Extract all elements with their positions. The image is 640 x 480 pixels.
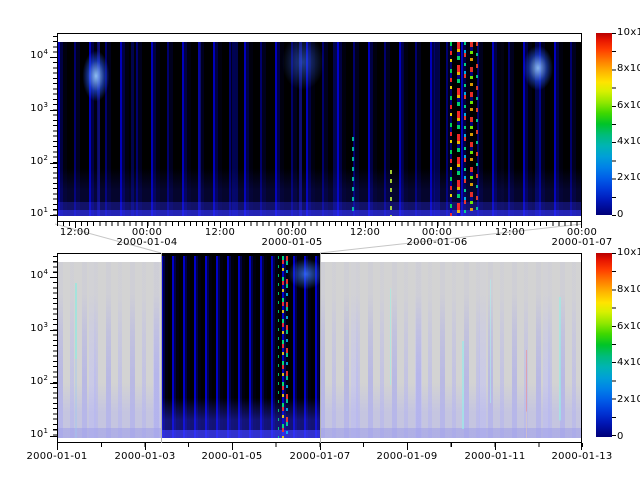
dim-streak [559,262,561,438]
burst-streak [282,256,284,438]
x-axis-tick-label: 00:002000-01-05 [256,228,328,248]
colorbar-tick-label: 8x107 [617,64,640,74]
dim-streak [462,262,464,438]
x-axis-tick-label: 12:00 [474,228,546,238]
minor-streak [352,137,354,216]
y-axis-tick [50,383,57,384]
y-axis-tick-label: 102 [25,157,48,167]
x-axis-tick [320,443,321,450]
y-axis-tick [50,277,57,278]
burst-streak [476,42,478,216]
colorbar-gradient [596,253,612,437]
x-axis-tick [495,443,496,450]
selection-edge-line[interactable] [161,253,162,443]
y-axis-tick [50,436,57,437]
x-axis-tick [581,443,582,450]
minor-streak [390,170,392,216]
burst-streak [470,42,473,216]
x-axis-tick [145,443,146,450]
detail-spectrogram-canvas[interactable] [58,42,581,216]
x-axis-tick-label: 00:002000-01-04 [111,228,183,248]
colorbar-tick-label: 6x107 [617,322,640,332]
overview-dimmed-left[interactable] [58,262,161,438]
x-axis-tick-label: 00:002000-01-06 [401,228,473,248]
y-axis-tick-label: 101 [25,209,48,219]
y-axis-tick [50,163,57,164]
y-axis-tick-label: 101 [25,430,48,440]
y-axis-tick-label: 104 [25,271,48,281]
x-axis-tick-label: 2000-01-09 [374,452,440,462]
burst-streak [450,42,452,216]
y-axis-tick [50,215,57,216]
x-axis-tick-label: 2000-01-01 [24,452,90,462]
x-axis-minor-ticks [57,222,582,226]
y-axis-tick-label: 104 [25,51,48,61]
y-axis-minor-ticks [53,256,57,439]
x-axis-tick-label: 12:00 [184,228,256,238]
y-axis-minor-ticks [53,36,57,219]
colorbar-tick-label: 4x107 [617,137,640,147]
colorbar-tick-label: 4x107 [617,358,640,368]
x-axis-tick-label: 00:002000-01-07 [546,228,618,248]
colorbar-tick-label: 0 [617,210,640,220]
x-axis-tick-label: 12:00 [39,228,111,238]
y-axis-tick [50,57,57,58]
y-axis-tick [50,330,57,331]
x-axis-tick [407,443,408,450]
x-axis-tick-label: 2000-01-05 [199,452,265,462]
detail-panel [57,33,582,222]
x-axis-tick-label: 2000-01-11 [462,452,528,462]
burst-streak [286,256,288,438]
burst-streak [457,42,460,216]
x-axis-tick-label: 2000-01-07 [287,452,353,462]
colorbar-tick-label: 6x107 [617,101,640,111]
dim-streak [526,262,527,438]
colorbar-tick-label: 2x107 [617,173,640,183]
y-axis-tick-label: 102 [25,377,48,387]
zoom-selection-box[interactable] [161,254,320,438]
colorbar-ticks [612,253,616,438]
dim-streak [490,262,491,438]
burst-streak [278,256,279,438]
plot-figure: 104 103 102 101 12:00 00:002000-01-04 12… [0,0,640,480]
colorbar-tick-label: 8x107 [617,285,640,295]
colorbar-tick-label: 10x107 [617,248,640,258]
x-axis-tick-label: 12:00 [329,228,401,238]
x-axis-tick-label: 2000-01-03 [112,452,178,462]
selection-edge-line[interactable] [320,253,321,443]
colorbar-tick-label: 0 [617,432,640,442]
x-axis-tick [57,443,58,450]
y-axis-tick [50,110,57,111]
dim-streak [390,262,391,438]
y-axis-tick-label: 103 [25,104,48,114]
y-axis-tick-label: 103 [25,324,48,334]
overview-spectrogram-canvas [161,256,320,438]
colorbar-tick-label: 10x107 [617,28,640,38]
dim-streak [75,262,77,438]
colorbar-gradient [596,33,612,215]
burst-streak [464,42,466,216]
colorbar-ticks [612,33,616,216]
overview-dimmed-right[interactable] [320,262,581,438]
x-axis-tick-label: 2000-01-13 [549,452,615,462]
colorbar-tick-label: 2x107 [617,395,640,405]
x-axis-tick [232,443,233,450]
